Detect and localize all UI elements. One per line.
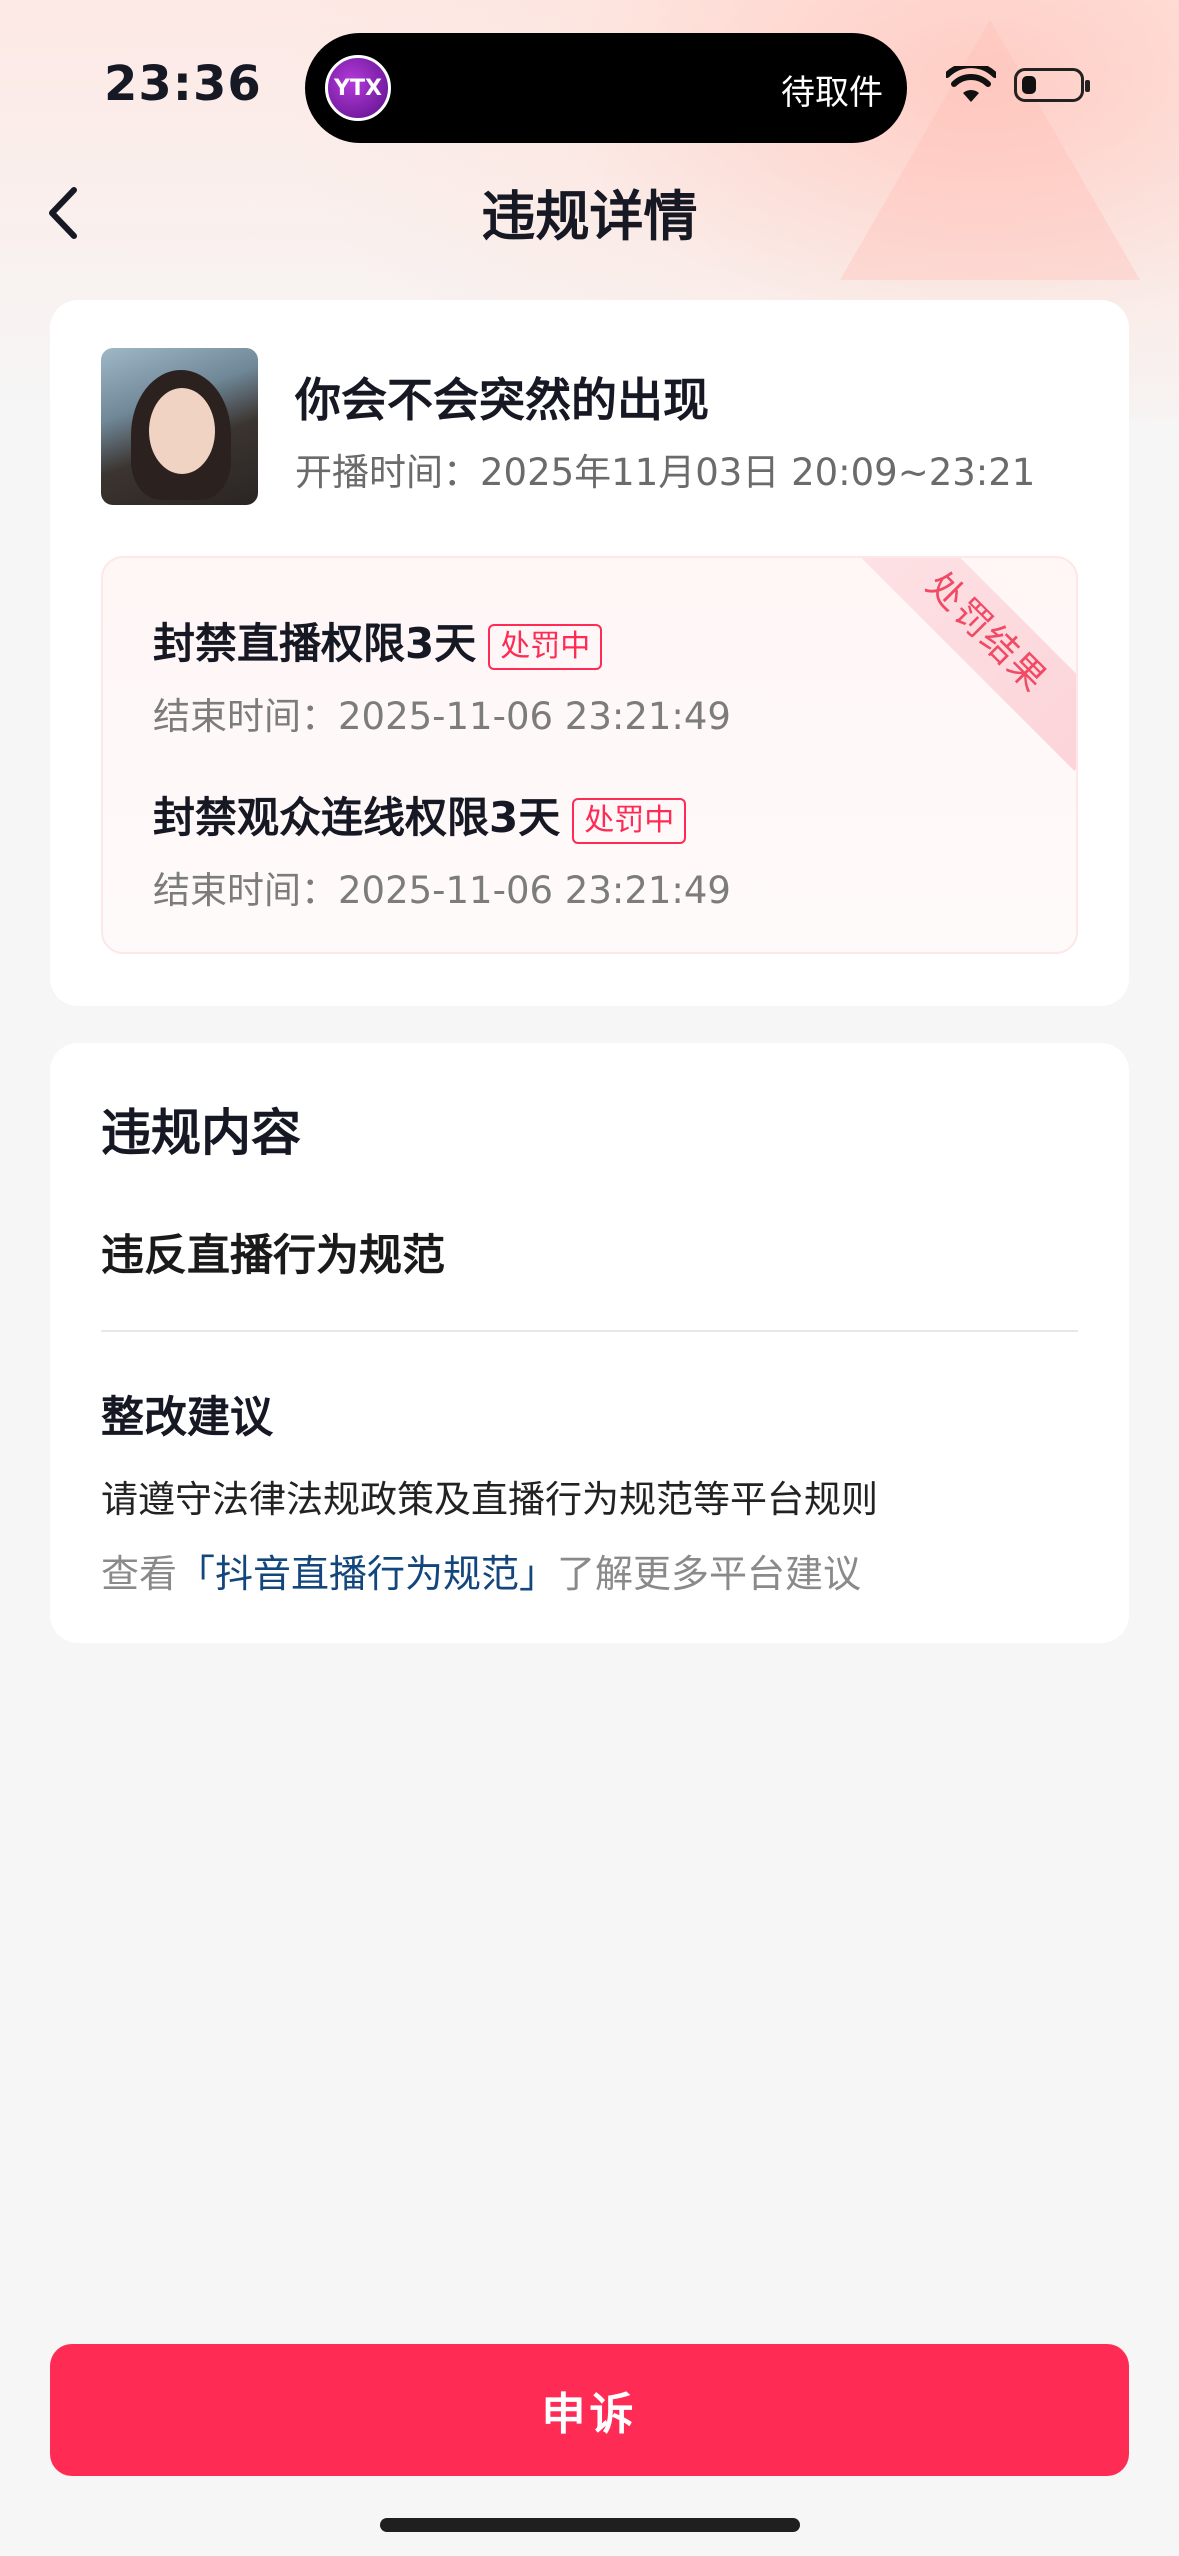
violation-section-title: 违规内容 — [101, 1104, 301, 1162]
penalty-item-title: 封禁直播权限3天 处罚中 — [153, 610, 603, 671]
dynamic-island[interactable]: YTX 待取件 — [305, 33, 907, 143]
battery-icon — [1014, 68, 1090, 102]
violation-card: 违规内容 违反直播行为规范 整改建议 请遵守法律法规政策及直播行为规范等平台规则… — [50, 1043, 1129, 1643]
penalty-end-time: 结束时间：2025-11-06 23:21:49 — [153, 695, 731, 738]
status-badge: 处罚中 — [488, 623, 603, 670]
home-indicator[interactable] — [380, 2518, 800, 2532]
penalty-end-time: 结束时间：2025-11-06 23:21:49 — [153, 869, 731, 912]
advice-title: 整改建议 — [101, 1393, 273, 1443]
app-logo-icon: YTX — [325, 55, 391, 121]
stream-card: 你会不会突然的出现 开播时间：2025年11月03日 20:09~23:21 处… — [50, 300, 1129, 1006]
stream-title: 你会不会突然的出现 — [295, 373, 709, 427]
violation-content: 违反直播行为规范 — [101, 1231, 445, 1281]
status-badge: 处罚中 — [572, 797, 687, 844]
divider — [101, 1330, 1078, 1332]
penalty-result-box: 处罚结果 封禁直播权限3天 处罚中 结束时间：2025-11-06 23:21:4… — [101, 556, 1078, 954]
island-status-text: 待取件 — [781, 73, 883, 113]
guidelines-link[interactable]: 「抖音直播行为规范」 — [177, 1552, 557, 1596]
penalty-item-title: 封禁观众连线权限3天 处罚中 — [153, 784, 687, 845]
penalty-result-ribbon: 处罚结果 — [848, 558, 1076, 771]
advice-more-text: 查看「抖音直播行为规范」了解更多平台建议 — [101, 1552, 862, 1596]
page-title: 违规详情 — [481, 185, 698, 248]
wifi-icon — [946, 66, 996, 102]
status-time: 23:36 — [104, 56, 262, 112]
appeal-button[interactable]: 申诉 — [50, 2344, 1129, 2476]
advice-text: 请遵守法律法规政策及直播行为规范等平台规则 — [101, 1478, 878, 1521]
avatar — [101, 348, 258, 505]
stream-time: 开播时间：2025年11月03日 20:09~23:21 — [295, 451, 1036, 494]
